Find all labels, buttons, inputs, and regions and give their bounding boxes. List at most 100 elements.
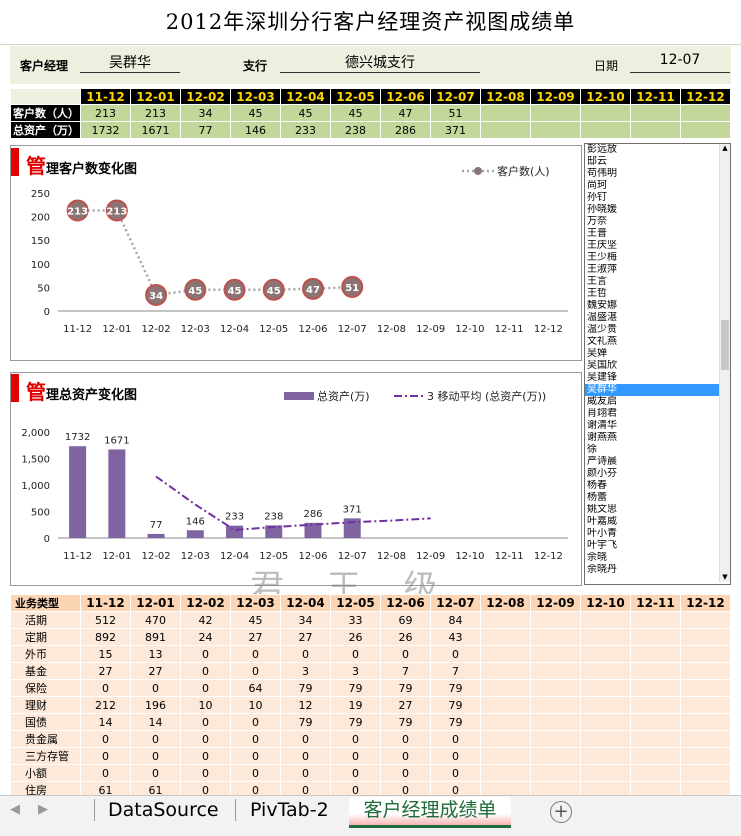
breakdown-cell[interactable]: 26 [330, 628, 381, 646]
breakdown-cell[interactable] [680, 645, 731, 663]
chart2-bar[interactable] [108, 449, 126, 538]
list-item[interactable]: 叶宇飞 [585, 540, 730, 552]
breakdown-cell[interactable] [630, 662, 681, 680]
list-item[interactable]: 尚珂 [585, 180, 730, 192]
breakdown-cell[interactable] [630, 679, 681, 697]
breakdown-cell[interactable] [680, 696, 731, 714]
breakdown-cell[interactable]: 0 [180, 713, 231, 731]
breakdown-cell[interactable] [680, 730, 731, 748]
breakdown-cell[interactable]: 7 [380, 662, 431, 680]
list-item[interactable]: 余晓丹 [585, 564, 730, 576]
breakdown-cell[interactable]: 27 [130, 662, 181, 680]
breakdown-cell[interactable] [580, 730, 631, 748]
breakdown-cell[interactable]: 0 [180, 764, 231, 782]
breakdown-cell[interactable]: 0 [230, 730, 281, 748]
breakdown-cell[interactable] [480, 679, 531, 697]
assets-cell[interactable]: 371 [430, 121, 481, 139]
breakdown-cell[interactable]: 0 [330, 747, 381, 765]
breakdown-cell[interactable]: 0 [430, 764, 481, 782]
list-item[interactable]: 王言 [585, 276, 730, 288]
breakdown-cell[interactable]: 212 [80, 696, 131, 714]
breakdown-cell[interactable] [530, 611, 581, 629]
chart2-bar[interactable] [69, 446, 87, 538]
customers-cell[interactable]: 45 [230, 104, 281, 122]
assets-cell[interactable] [680, 121, 731, 139]
assets-cell[interactable] [480, 121, 531, 139]
breakdown-cell[interactable]: 19 [330, 696, 381, 714]
breakdown-cell[interactable] [480, 645, 531, 663]
manager-value[interactable]: 吴群华 [80, 52, 180, 73]
breakdown-cell[interactable]: 0 [180, 730, 231, 748]
breakdown-cell[interactable] [630, 696, 681, 714]
breakdown-cell[interactable]: 27 [80, 662, 131, 680]
listbox-scrollbar[interactable]: ▲ ▼ [719, 144, 730, 582]
breakdown-cell[interactable]: 14 [130, 713, 181, 731]
breakdown-cell[interactable] [630, 764, 681, 782]
breakdown-cell[interactable] [530, 662, 581, 680]
list-item[interactable]: 邸云 [585, 156, 730, 168]
breakdown-cell[interactable]: 14 [80, 713, 131, 731]
breakdown-cell[interactable]: 0 [230, 713, 281, 731]
breakdown-cell[interactable]: 196 [130, 696, 181, 714]
tab-scroll-left-icon[interactable]: ◀ [10, 802, 20, 817]
breakdown-cell[interactable] [630, 611, 681, 629]
breakdown-cell[interactable] [530, 628, 581, 646]
breakdown-cell[interactable] [680, 679, 731, 697]
breakdown-cell[interactable]: 0 [80, 747, 131, 765]
breakdown-cell[interactable]: 27 [230, 628, 281, 646]
breakdown-cell[interactable]: 79 [280, 713, 331, 731]
list-item[interactable]: 姚文思 [585, 504, 730, 516]
breakdown-cell[interactable]: 24 [180, 628, 231, 646]
scroll-down-icon[interactable]: ▼ [721, 573, 729, 581]
list-item[interactable]: 王淑萍 [585, 264, 730, 276]
breakdown-cell[interactable]: 34 [280, 611, 331, 629]
customers-cell[interactable] [680, 104, 731, 122]
list-item[interactable]: 叶小青 [585, 528, 730, 540]
breakdown-cell[interactable]: 79 [330, 713, 381, 731]
breakdown-cell[interactable]: 0 [180, 662, 231, 680]
breakdown-cell[interactable]: 0 [130, 764, 181, 782]
list-item[interactable]: 徐 [585, 444, 730, 456]
breakdown-cell[interactable] [580, 645, 631, 663]
breakdown-cell[interactable]: 0 [380, 764, 431, 782]
breakdown-cell[interactable]: 0 [180, 747, 231, 765]
tab-manager-report[interactable]: 客户经理成绩单 [349, 797, 511, 828]
assets-cell[interactable]: 233 [280, 121, 331, 139]
breakdown-cell[interactable]: 0 [330, 764, 381, 782]
list-item[interactable]: 王庆坚 [585, 240, 730, 252]
list-item[interactable]: 叶嘉威 [585, 516, 730, 528]
list-item[interactable]: 余晓 [585, 552, 730, 564]
assets-cell[interactable] [580, 121, 631, 139]
customers-cell[interactable] [530, 104, 581, 122]
list-item[interactable]: 文礼燕 [585, 336, 730, 348]
breakdown-cell[interactable] [580, 696, 631, 714]
assets-cell[interactable] [630, 121, 681, 139]
breakdown-cell[interactable]: 0 [230, 662, 281, 680]
breakdown-cell[interactable]: 512 [80, 611, 131, 629]
customers-cell[interactable]: 45 [330, 104, 381, 122]
breakdown-cell[interactable]: 0 [380, 645, 431, 663]
list-item[interactable]: 吴群华 [585, 384, 730, 396]
chart2-bar[interactable] [147, 533, 165, 538]
breakdown-cell[interactable] [680, 628, 731, 646]
list-item[interactable]: 苟伟明 [585, 168, 730, 180]
breakdown-cell[interactable] [580, 662, 631, 680]
breakdown-cell[interactable]: 0 [330, 645, 381, 663]
breakdown-cell[interactable] [530, 730, 581, 748]
customers-cell[interactable]: 213 [130, 104, 181, 122]
tab-pivtab[interactable]: PivTab-2 [250, 797, 329, 825]
breakdown-cell[interactable]: 0 [430, 645, 481, 663]
breakdown-cell[interactable]: 33 [330, 611, 381, 629]
list-item[interactable]: 吴国欣 [585, 360, 730, 372]
breakdown-cell[interactable]: 0 [380, 747, 431, 765]
list-item[interactable]: 温少贵 [585, 324, 730, 336]
tab-scroll-right-icon[interactable]: ▶ [38, 802, 48, 817]
breakdown-cell[interactable] [480, 662, 531, 680]
manager-listbox[interactable]: 彭远放 邸云 苟伟明 尚珂 孙钉 孙晓媛 万奈 王普 王庆坚 王少梅 王淑萍 王言 王哲 魏安娜 温盛湛 温少… [584, 143, 731, 585]
breakdown-cell[interactable]: 79 [430, 679, 481, 697]
list-item[interactable]: 威友启 [585, 396, 730, 408]
list-item[interactable]: 王哲 [585, 288, 730, 300]
breakdown-cell[interactable]: 79 [430, 696, 481, 714]
breakdown-cell[interactable]: 0 [80, 679, 131, 697]
breakdown-cell[interactable] [630, 645, 681, 663]
